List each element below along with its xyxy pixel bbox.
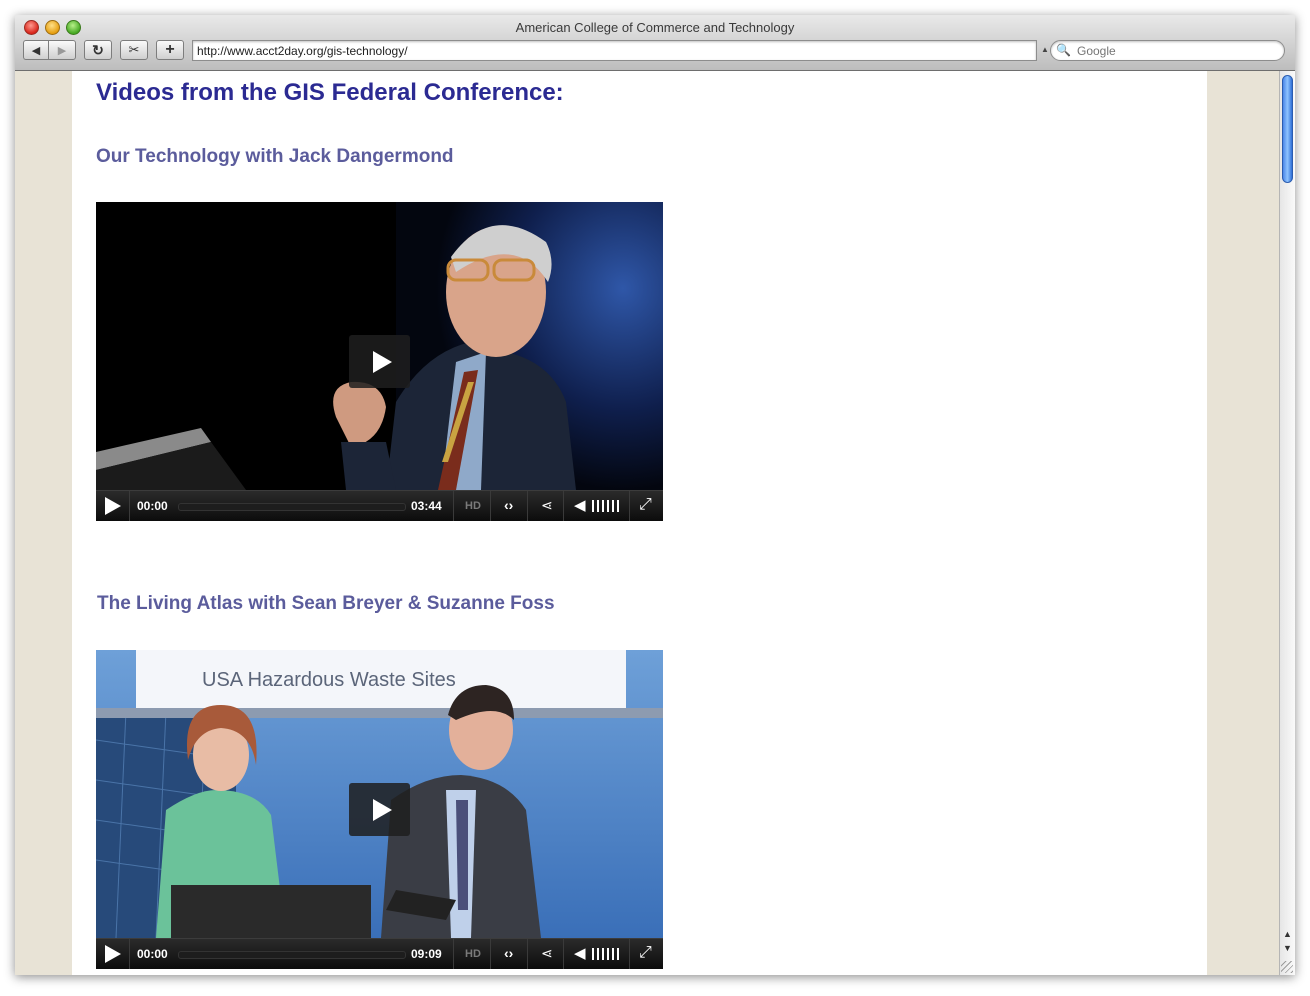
control-divider (563, 491, 564, 521)
duration: 03:44 (411, 499, 442, 513)
url-dropdown-icon[interactable]: ▲ (1041, 45, 1049, 54)
volume-slider[interactable] (592, 500, 619, 512)
back-button[interactable]: ◀ (23, 40, 49, 60)
player-controls-2: 00:00 09:09 HD ‹› ⋖ ◀ ⤢ (96, 938, 663, 969)
title-bar: American College of Commerce and Technol… (15, 15, 1295, 71)
add-bookmark-button[interactable]: + (156, 40, 184, 60)
play-icon (372, 350, 392, 373)
reload-button[interactable]: ↻ (84, 40, 112, 60)
control-divider (629, 491, 630, 521)
vertical-scrollbar[interactable]: ▲ ▼ (1279, 71, 1295, 975)
control-divider (629, 939, 630, 969)
control-divider (563, 939, 564, 969)
address-bar[interactable] (192, 40, 1037, 61)
fullscreen-icon[interactable]: ⤢ (639, 944, 652, 962)
video-title-2: The Living Atlas with Sean Breyer & Suza… (97, 593, 555, 614)
play-icon[interactable] (105, 945, 121, 963)
scissors-icon: ✂ (128, 42, 140, 57)
browser-window: American College of Commerce and Technol… (15, 15, 1295, 975)
forward-button[interactable]: ▶ (48, 40, 76, 60)
play-icon (372, 798, 392, 821)
embed-icon[interactable]: ‹› (504, 945, 513, 961)
slide-text: USA Hazardous Waste Sites (202, 669, 456, 691)
reload-icon: ↻ (92, 41, 104, 58)
progress-bar[interactable] (178, 951, 406, 959)
current-time: 00:00 (137, 499, 168, 513)
duration: 09:09 (411, 947, 442, 961)
search-input[interactable] (1077, 43, 1272, 59)
fullscreen-icon[interactable]: ⤢ (639, 496, 652, 514)
back-arrow-icon: ◀ (31, 44, 41, 57)
control-divider (490, 939, 491, 969)
url-input[interactable] (197, 43, 1017, 59)
control-divider (527, 491, 528, 521)
share-icon[interactable]: ⋖ (541, 497, 553, 514)
video-title-1: Our Technology with Jack Dangermond (96, 146, 454, 167)
scroll-down-arrow-icon[interactable]: ▼ (1283, 943, 1292, 953)
scroll-up-arrow-icon[interactable]: ▲ (1283, 929, 1292, 939)
page-content: Videos from the GIS Federal Conference: … (72, 71, 1207, 975)
forward-arrow-icon: ▶ (57, 44, 67, 57)
player-controls-1: 00:00 03:44 HD ‹› ⋖ ◀ ⤢ (96, 490, 663, 521)
control-divider (129, 939, 130, 969)
resize-grip-icon[interactable] (1281, 961, 1293, 973)
embed-icon[interactable]: ‹› (504, 497, 513, 513)
big-play-button-2[interactable] (349, 783, 410, 836)
magnifier-icon: 🔍 (1056, 43, 1071, 57)
search-field[interactable]: 🔍 (1050, 40, 1285, 61)
plus-icon: + (165, 41, 175, 58)
hd-button[interactable]: HD (465, 500, 481, 512)
volume-slider[interactable] (592, 948, 619, 960)
control-divider (490, 491, 491, 521)
control-divider (453, 491, 454, 521)
control-divider (527, 939, 528, 969)
share-icon[interactable]: ⋖ (541, 945, 553, 962)
video-player-2[interactable]: USA Hazardous Waste Sites 00:00 09:09 HD… (96, 650, 663, 969)
big-play-button-1[interactable] (349, 335, 410, 388)
play-icon[interactable] (105, 497, 121, 515)
hd-button[interactable]: HD (465, 948, 481, 960)
window-title: American College of Commerce and Technol… (515, 20, 795, 35)
current-time: 00:00 (137, 947, 168, 961)
web-clip-button[interactable]: ✂ (120, 40, 148, 60)
video-player-1[interactable]: 00:00 03:44 HD ‹› ⋖ ◀ ⤢ (96, 202, 663, 521)
control-divider (453, 939, 454, 969)
page-viewport: Videos from the GIS Federal Conference: … (15, 71, 1279, 975)
control-divider (129, 491, 130, 521)
volume-icon[interactable]: ◀ (574, 944, 586, 962)
page-title: Videos from the GIS Federal Conference: (96, 79, 564, 106)
progress-bar[interactable] (178, 503, 406, 511)
volume-icon[interactable]: ◀ (574, 496, 586, 514)
scrollbar-thumb[interactable] (1282, 75, 1293, 183)
